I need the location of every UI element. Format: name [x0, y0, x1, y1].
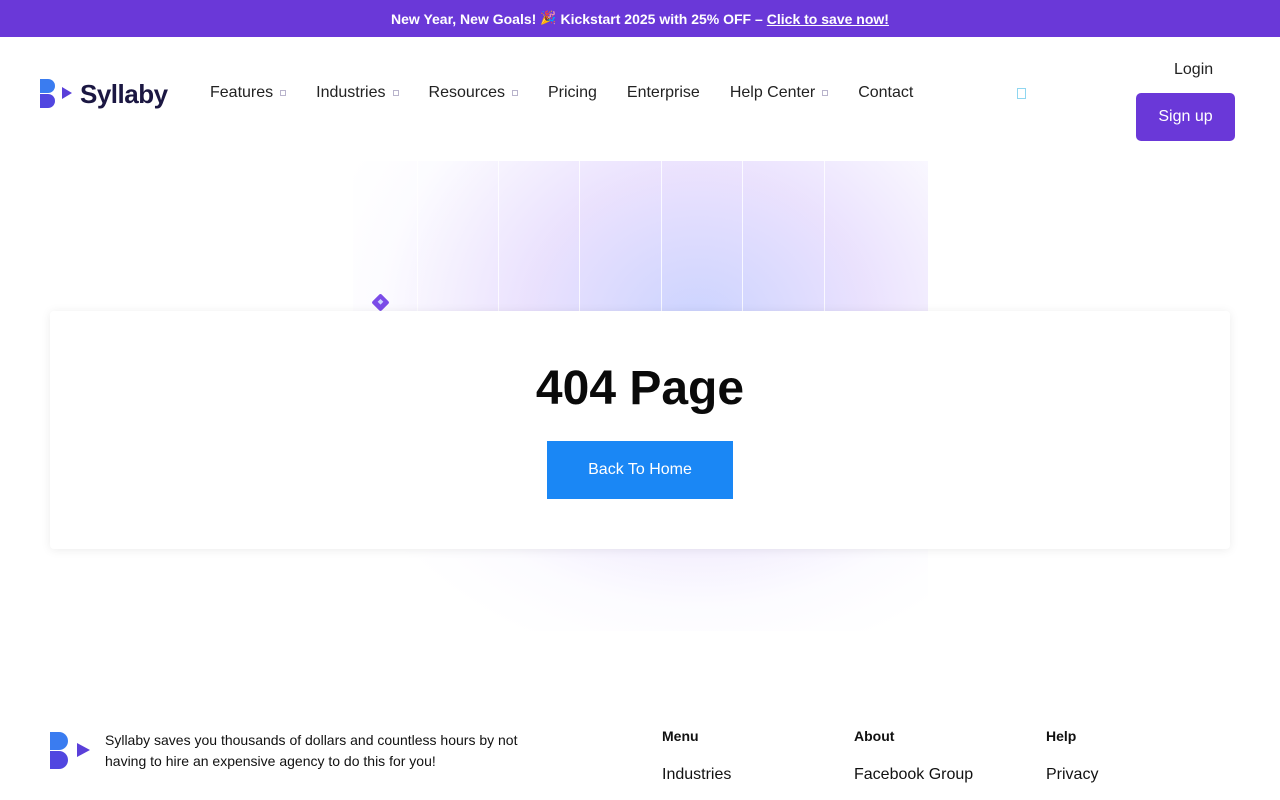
footer-column-about: About Facebook Group — [854, 728, 973, 784]
footer-column-menu: Menu Industries — [662, 728, 731, 784]
nav-contact[interactable]: Contact — [858, 84, 913, 102]
promo-link[interactable]: Click to save now! — [767, 11, 889, 27]
site-footer: Syllaby saves you thousands of dollars a… — [0, 700, 1280, 800]
nav-enterprise[interactable]: Enterprise — [627, 84, 700, 102]
grid-line — [579, 161, 580, 311]
logo-text: Syllaby — [80, 78, 168, 109]
nav-pricing[interactable]: Pricing — [548, 84, 597, 102]
footer-link-privacy[interactable]: Privacy — [1046, 766, 1098, 784]
grid-line — [824, 161, 825, 311]
footer-heading: Menu — [662, 728, 699, 744]
nav-label: Resources — [428, 84, 505, 101]
promo-offer-text: Kickstart 2025 with 25% OFF – — [560, 10, 763, 27]
nav-features[interactable]: Features — [210, 84, 287, 102]
logo[interactable]: Syllaby — [40, 77, 168, 111]
nav-help-center[interactable]: Help Center — [729, 84, 829, 102]
footer-description: Syllaby saves you thousands of dollars a… — [105, 732, 518, 769]
footer-heading: About — [854, 728, 895, 744]
nav-label: Enterprise — [626, 84, 700, 101]
chevron-down-icon — [280, 90, 287, 96]
site-header: Syllaby Features Industries Resources Pr… — [0, 37, 1280, 151]
nav-label: Contact — [858, 84, 914, 101]
nav-industries[interactable]: Industries — [316, 84, 399, 102]
nav-resources[interactable]: Resources — [429, 84, 518, 102]
search-icon[interactable] — [1017, 88, 1026, 99]
nav-label: Help Center — [729, 84, 816, 101]
syllaby-logo-icon[interactable] — [50, 730, 92, 772]
grid-line — [661, 161, 662, 311]
syllaby-logo-icon — [40, 79, 72, 108]
footer-link-facebook-group[interactable]: Facebook Group — [854, 766, 973, 784]
grid-line — [742, 161, 743, 311]
footer-heading: Help — [1046, 728, 1077, 744]
chevron-down-icon — [822, 90, 829, 96]
grid-line — [498, 161, 499, 311]
main-nav: Features Industries Resources Pricing En… — [210, 84, 943, 102]
nav-label: Industries — [316, 84, 386, 101]
error-card: 404 Page Back To Home — [50, 311, 1230, 549]
signup-button[interactable]: Sign up — [1136, 93, 1235, 141]
back-home-button[interactable]: Back To Home — [547, 441, 733, 499]
footer-link-industries[interactable]: Industries — [662, 766, 731, 784]
chevron-down-icon — [512, 90, 518, 96]
page-title: 404 Page — [535, 362, 745, 415]
promo-banner: New Year, New Goals! 🎉 Kickstart 2025 wi… — [0, 0, 1280, 37]
nav-label: Pricing — [548, 84, 597, 101]
footer-column-help: Help Privacy — [1046, 728, 1098, 784]
party-popper-icon: 🎉 — [540, 11, 557, 26]
grid-line — [417, 161, 418, 311]
chevron-down-icon — [392, 90, 399, 96]
login-link[interactable]: Login — [1174, 61, 1213, 79]
nav-label: Features — [210, 84, 274, 101]
promo-text: New Year, New Goals! — [391, 10, 537, 27]
